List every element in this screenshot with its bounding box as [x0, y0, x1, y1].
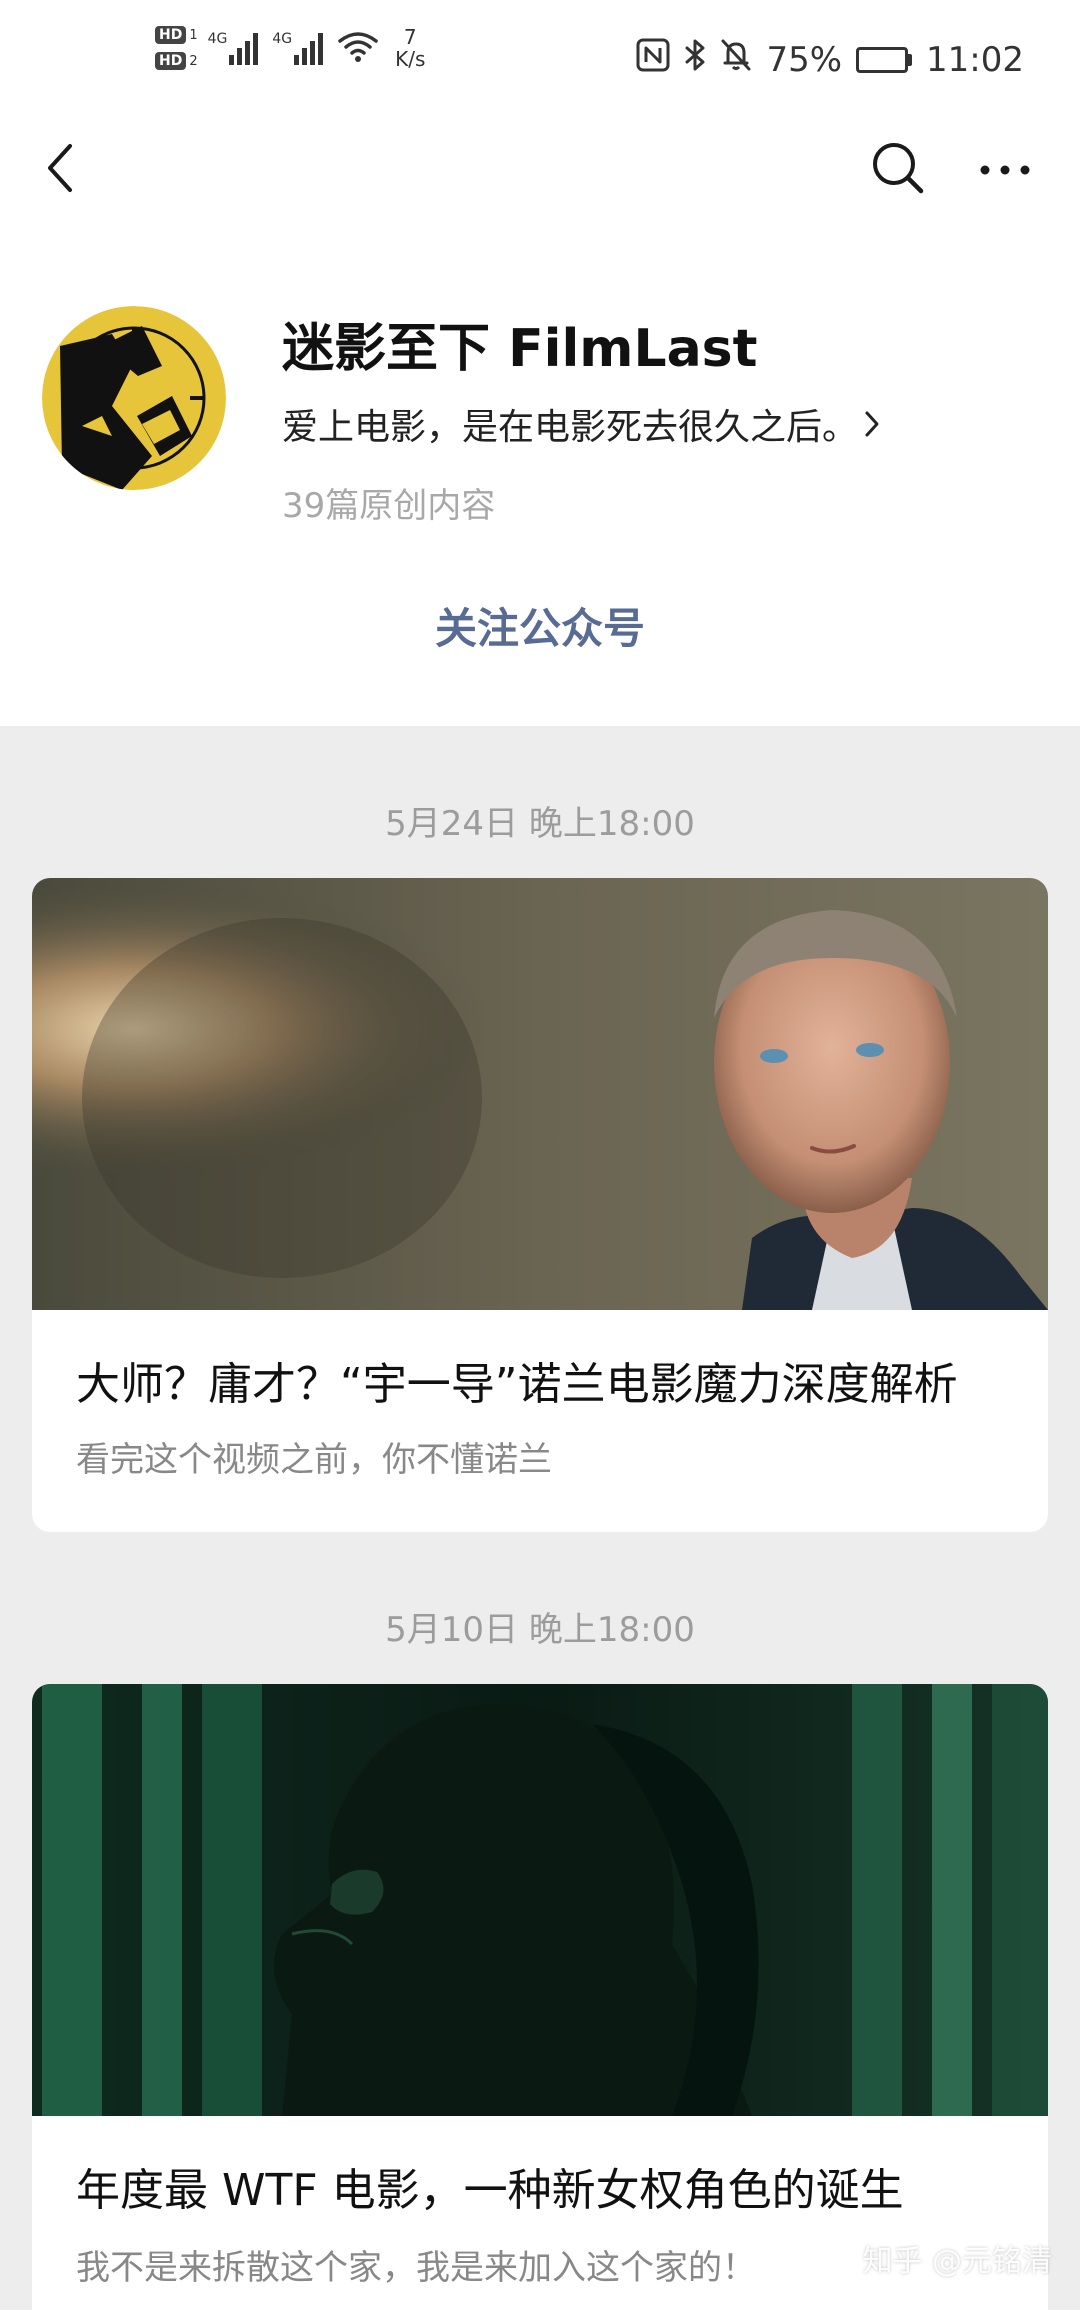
- hd2-indicator: HD 2: [155, 52, 198, 70]
- account-name: 迷影至下 FilmLast: [282, 319, 758, 379]
- article-cover-image-1: [32, 878, 1048, 1310]
- article-cover-image-2: [32, 1684, 1048, 2116]
- speed-value: 7: [403, 25, 417, 49]
- network-type-2: 4G: [272, 31, 293, 47]
- hd-indicators: HD 1 HD 2: [155, 26, 198, 70]
- watermark: 知乎 @元铭清: [862, 2244, 1052, 2279]
- hd2-number: 2: [189, 53, 198, 69]
- chevron-left-icon: [45, 142, 75, 198]
- speed-unit: K/s: [395, 47, 426, 71]
- nfc-icon: [636, 38, 670, 81]
- article-title-2: 年度最 WTF 电影，一种新女权角色的诞生: [76, 2165, 904, 2216]
- battery-percent: 75%: [766, 39, 843, 80]
- account-description: 爱上电影，是在电影死去很久之后。: [282, 407, 859, 448]
- battery-icon: [856, 46, 913, 73]
- status-bar: HD 1 HD 2 4G 4G 7 K/s 75% 11:02: [0, 0, 1080, 120]
- feed-date-2: 5月10日 晚上18:00: [385, 1610, 695, 1650]
- search-icon: [871, 141, 925, 199]
- hd1-badge: HD: [155, 26, 187, 44]
- network-speed: 7 K/s: [395, 26, 425, 70]
- network-type-1: 4G: [207, 31, 228, 47]
- more-horizontal-icon: [979, 161, 1031, 180]
- follow-button[interactable]: 关注公众号: [340, 590, 740, 660]
- back-button[interactable]: [30, 140, 90, 200]
- more-button[interactable]: [970, 138, 1040, 202]
- original-count: 39篇原创内容: [282, 486, 496, 526]
- wifi-icon: [337, 29, 379, 67]
- signal-1: 4G: [208, 31, 259, 65]
- avatar[interactable]: [42, 306, 226, 490]
- hd1-number: 1: [189, 27, 198, 43]
- signal-bars-icon: [294, 31, 324, 65]
- account-profile: 迷影至下 FilmLast 爱上电影，是在电影死去很久之后。 39篇原创内容 关…: [0, 220, 1080, 726]
- article-subtitle-1: 看完这个视频之前，你不懂诺兰: [76, 1440, 552, 1480]
- article-title-1: 大师？庸才？“宇一导”诺兰电影魔力深度解析: [76, 1359, 958, 1410]
- bluetooth-icon: [684, 38, 706, 81]
- article-subtitle-2: 我不是来拆散这个家，我是来加入这个家的！: [76, 2248, 756, 2288]
- article-card-2[interactable]: 年度最 WTF 电影，一种新女权角色的诞生 我不是来拆散这个家，我是来加入这个家…: [32, 1684, 1048, 2310]
- mute-bell-icon: [720, 38, 752, 81]
- status-left: HD 1 HD 2 4G 4G 7 K/s: [155, 26, 425, 70]
- chevron-right-icon: [864, 410, 880, 438]
- avatar-image: [42, 306, 226, 490]
- signal-bars-icon: [229, 31, 259, 65]
- nav-bar: [0, 120, 1080, 220]
- article-card-1[interactable]: 大师？庸才？“宇一导”诺兰电影魔力深度解析 看完这个视频之前，你不懂诺兰: [32, 878, 1048, 1532]
- signal-2: 4G: [272, 31, 324, 65]
- screen: HD 1 HD 2 4G 4G 7 K/s 75% 11:02 迷影至下 Fil…: [0, 0, 1080, 2310]
- search-button[interactable]: [866, 138, 930, 202]
- hd2-badge: HD: [155, 52, 187, 70]
- clock: 11:02: [926, 39, 1024, 80]
- account-description-link[interactable]: 爱上电影，是在电影死去很久之后。: [282, 398, 880, 450]
- feed-date-1: 5月24日 晚上18:00: [385, 804, 695, 844]
- status-right: 75% 11:02: [636, 38, 1024, 81]
- hd1-indicator: HD 1: [155, 26, 198, 44]
